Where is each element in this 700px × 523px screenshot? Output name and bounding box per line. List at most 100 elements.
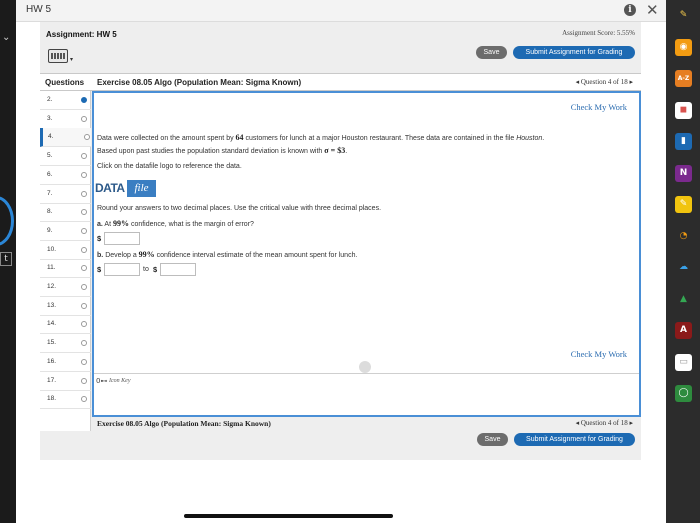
question-nav[interactable]: ◂ Question 4 of 18 ▸ bbox=[576, 78, 633, 86]
window-title: HW 5 bbox=[26, 4, 51, 15]
handwriting-icon[interactable]: ◔ bbox=[675, 227, 692, 245]
question-intro: Data were collected on the amount spent … bbox=[97, 133, 545, 142]
datafile-instruction: Click on the datafile logo to reference … bbox=[97, 163, 242, 170]
onenote-icon[interactable]: N bbox=[675, 164, 692, 182]
question-item[interactable]: 3. bbox=[40, 110, 91, 129]
circle-app-icon[interactable]: ◯ bbox=[675, 385, 692, 402]
note-icon[interactable]: ▭ bbox=[675, 353, 692, 371]
margin-of-error-input[interactable] bbox=[104, 232, 140, 245]
submit-button[interactable]: Submit Assignment for Grading bbox=[513, 46, 635, 59]
dictionary-icon[interactable]: A-Z bbox=[675, 70, 692, 87]
left-app-strip: ⌄ t bbox=[0, 0, 16, 523]
rss-icon[interactable]: ◉ bbox=[675, 38, 692, 56]
question-item[interactable]: 5. bbox=[40, 147, 91, 167]
question-item[interactable]: 18. bbox=[40, 390, 91, 410]
icon-key-label[interactable]: Icon Key bbox=[109, 378, 131, 384]
question-status-icon bbox=[81, 302, 87, 309]
keyboard-icon[interactable] bbox=[48, 49, 68, 63]
question-number: 12. bbox=[47, 283, 57, 290]
chevron-down-icon[interactable]: ⌄ bbox=[2, 32, 10, 43]
home-indicator[interactable] bbox=[184, 514, 393, 518]
question-item[interactable]: 13. bbox=[40, 297, 91, 316]
book-icon[interactable]: ▮ bbox=[675, 133, 692, 150]
footer-save-button[interactable]: Save bbox=[477, 433, 508, 446]
question-number: 16. bbox=[47, 357, 57, 365]
rounding-note: Round your answers to two decimal places… bbox=[97, 205, 382, 212]
question-number: 15. bbox=[47, 339, 57, 347]
question-status-icon bbox=[81, 246, 87, 253]
customer-count: 64 bbox=[235, 133, 244, 142]
interval-lower-input[interactable] bbox=[104, 263, 140, 276]
question-list: 2. 3. 4. 5. 6. 7. 8. 9. 10. 11. 12. 13. 14. 15. 16. 17.… bbox=[40, 91, 91, 431]
assignment-panel: Assignment: HW 5 Assignment Score: 5.55%… bbox=[40, 22, 641, 460]
question-status-icon bbox=[84, 134, 90, 141]
question-item[interactable]: 4. bbox=[40, 128, 91, 148]
question-number: 8. bbox=[47, 208, 53, 216]
text-tool-icon[interactable]: t bbox=[0, 252, 12, 266]
question-item[interactable]: 16. bbox=[40, 353, 91, 372]
close-icon[interactable]: ✕ bbox=[646, 1, 659, 19]
touch-cursor bbox=[359, 361, 371, 373]
question-status-icon bbox=[81, 171, 87, 178]
info-icon[interactable]: i bbox=[624, 4, 636, 16]
title-bar: HW 5 i ✕ bbox=[16, 0, 666, 22]
question-status-icon bbox=[81, 358, 87, 365]
dollar-sign: $ bbox=[153, 265, 158, 274]
part-a-question: a. At 99% confidence, what is the margin… bbox=[97, 219, 254, 228]
question-intro-line2: Based upon past studies the population s… bbox=[97, 146, 348, 155]
question-number: 4. bbox=[48, 133, 54, 141]
icon-key: 0⊷ Icon Key bbox=[94, 373, 639, 417]
interval-upper-input[interactable] bbox=[160, 263, 196, 276]
question-number: 6. bbox=[47, 170, 53, 178]
question-status-icon bbox=[81, 377, 87, 384]
google-drive-icon[interactable]: ▲ bbox=[675, 290, 692, 308]
question-item[interactable]: 6. bbox=[40, 166, 91, 185]
question-item[interactable]: 15. bbox=[40, 334, 91, 354]
question-item[interactable]: 12. bbox=[40, 278, 91, 297]
exercise-title: Exercise 08.05 Algo (Population Mean: Si… bbox=[97, 78, 302, 87]
question-number: 10. bbox=[47, 245, 57, 253]
question-status-icon bbox=[81, 396, 87, 403]
check-my-work-link-bottom[interactable]: Check My Work bbox=[571, 349, 627, 359]
question-status-icon bbox=[81, 209, 87, 216]
question-number: 13. bbox=[47, 301, 57, 309]
key-icon: 0⊷ bbox=[96, 377, 108, 385]
caret-down-icon[interactable]: ▾ bbox=[70, 56, 73, 63]
save-button[interactable]: Save bbox=[476, 46, 507, 59]
onedrive-icon[interactable]: ☁ bbox=[675, 259, 692, 276]
question-item[interactable]: 11. bbox=[40, 259, 91, 279]
question-item[interactable]: 14. bbox=[40, 315, 91, 335]
question-item[interactable]: 2. bbox=[40, 91, 91, 110]
question-status-icon bbox=[81, 115, 87, 122]
assignment-score: Assignment Score: 5.55% bbox=[562, 29, 635, 37]
footer-submit-button[interactable]: Submit Assignment for Grading bbox=[514, 433, 635, 446]
question-item[interactable]: 8. bbox=[40, 203, 91, 223]
question-number: 14. bbox=[47, 320, 57, 328]
question-item[interactable]: 17. bbox=[40, 372, 91, 391]
part-b-question: b. Develop a 99% confidence interval est… bbox=[97, 250, 358, 259]
footer-row: Exercise 08.05 Algo (Population Mean: Si… bbox=[96, 418, 641, 431]
acrobat-icon[interactable]: A bbox=[675, 322, 692, 339]
question-status-icon bbox=[81, 190, 87, 197]
questions-heading: Questions bbox=[45, 78, 85, 87]
check-my-work-link[interactable]: Check My Work bbox=[571, 102, 627, 112]
office-icon[interactable]: ◼ bbox=[675, 101, 692, 119]
pencil-icon[interactable]: ✎ bbox=[675, 7, 692, 24]
question-item[interactable]: 9. bbox=[40, 222, 91, 241]
question-status-icon bbox=[81, 265, 87, 272]
question-status-icon bbox=[81, 153, 87, 160]
question-number: 18. bbox=[47, 395, 57, 403]
header-row: Questions Exercise 08.05 Algo (Populatio… bbox=[40, 73, 641, 91]
sigma-value: σ = $3 bbox=[324, 146, 346, 155]
notes-icon[interactable]: ✎ bbox=[675, 196, 692, 213]
to-label: to bbox=[143, 266, 149, 273]
question-status-icon bbox=[81, 97, 87, 103]
screen: ⌄ t HW 5 i ✕ Assignment: HW 5 Assignment… bbox=[0, 0, 700, 523]
question-status-icon bbox=[81, 340, 87, 347]
question-number: 2. bbox=[47, 96, 53, 103]
assignment-window: HW 5 i ✕ Assignment: HW 5 Assignment Sco… bbox=[16, 0, 666, 523]
file-name: Houston bbox=[516, 135, 543, 142]
question-item[interactable]: 7. bbox=[40, 185, 91, 204]
footer-question-nav[interactable]: ◂ Question 4 of 18 ▸ bbox=[576, 419, 633, 427]
question-item[interactable]: 10. bbox=[40, 241, 91, 260]
